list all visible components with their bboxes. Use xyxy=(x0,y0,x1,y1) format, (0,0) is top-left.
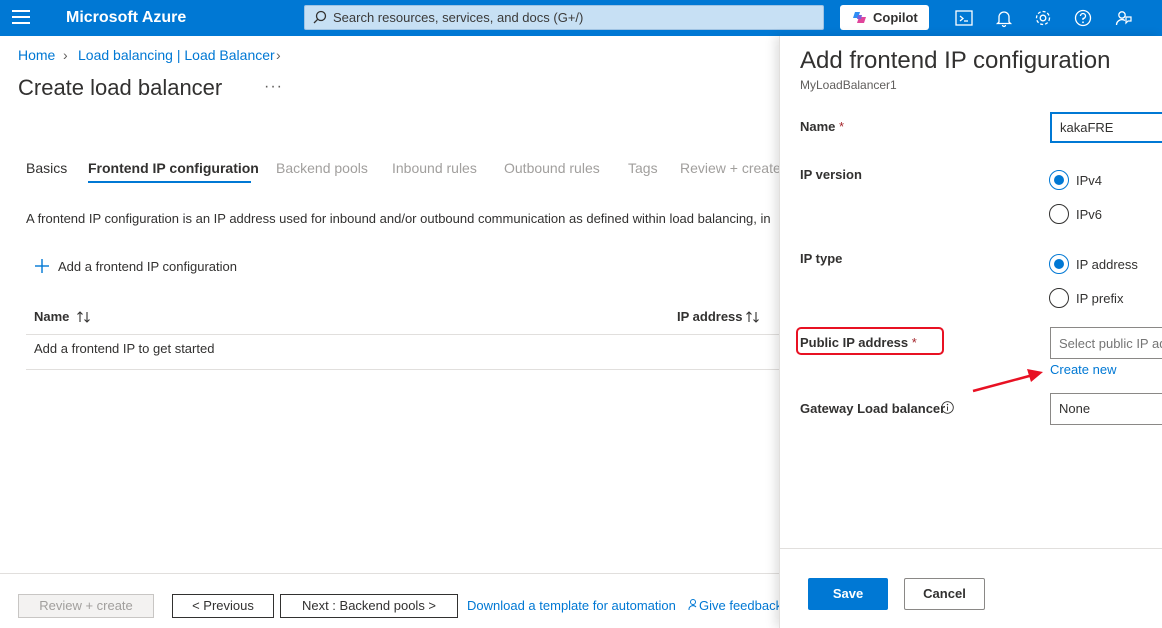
feedback-icon[interactable] xyxy=(1114,8,1134,28)
ip-version-label: IP version xyxy=(800,167,862,182)
gateway-lb-select[interactable]: None xyxy=(1050,393,1162,425)
ipv4-radio[interactable] xyxy=(1049,170,1069,190)
create-new-link[interactable]: Create new xyxy=(1050,362,1116,377)
frontend-ip-description: A frontend IP configuration is an IP add… xyxy=(26,211,771,226)
table-divider xyxy=(26,369,779,370)
footer-divider xyxy=(0,573,779,574)
add-icon[interactable] xyxy=(34,258,50,274)
name-label: Name * xyxy=(800,119,845,134)
panel-title: Add frontend IP configuration xyxy=(800,47,1111,74)
tab-backend-pools[interactable]: Backend pools xyxy=(276,160,368,176)
ip-address-radio-label[interactable]: IP address xyxy=(1076,257,1138,272)
copilot-icon xyxy=(853,12,866,23)
panel-footer-divider xyxy=(780,548,1162,549)
copilot-button[interactable]: Copilot xyxy=(840,5,929,30)
ipv6-radio-label[interactable]: IPv6 xyxy=(1076,207,1102,222)
annotation-arrow xyxy=(972,369,1043,393)
annotation-highlight-box xyxy=(796,327,944,355)
copilot-label: Copilot xyxy=(873,10,918,25)
table-empty-message: Add a frontend IP to get started xyxy=(34,341,215,356)
ipv6-radio[interactable] xyxy=(1049,204,1069,224)
save-button[interactable]: Save xyxy=(808,578,888,610)
cancel-button[interactable]: Cancel xyxy=(904,578,985,610)
notifications-icon[interactable] xyxy=(994,8,1014,28)
public-ip-select[interactable] xyxy=(1050,327,1162,359)
sort-icon[interactable] xyxy=(76,310,92,324)
ip-type-label: IP type xyxy=(800,251,843,266)
column-header-ip-address[interactable]: IP address xyxy=(677,309,743,324)
breadcrumb-separator: › xyxy=(276,47,281,63)
tab-tags[interactable]: Tags xyxy=(628,160,658,176)
tab-frontend-ip-configuration[interactable]: Frontend IP configuration xyxy=(88,160,259,176)
add-frontend-ip-button[interactable]: Add a frontend IP configuration xyxy=(58,259,237,274)
add-frontend-ip-panel: Add frontend IP configuration MyLoadBala… xyxy=(779,36,1162,628)
previous-button[interactable]: < Previous xyxy=(172,594,274,618)
panel-subtitle: MyLoadBalancer1 xyxy=(800,78,897,92)
help-icon[interactable] xyxy=(1073,8,1093,28)
column-header-name[interactable]: Name xyxy=(34,309,69,324)
download-template-link[interactable]: Download a template for automation xyxy=(467,598,676,613)
table-divider xyxy=(26,334,779,335)
breadcrumb-separator: › xyxy=(63,47,68,63)
settings-icon[interactable] xyxy=(1033,8,1053,28)
review-create-button[interactable]: Review + create xyxy=(18,594,154,618)
name-field[interactable] xyxy=(1050,112,1162,143)
page-title: Create load balancer xyxy=(18,75,223,100)
cloud-shell-icon[interactable] xyxy=(954,8,974,28)
more-options-icon[interactable]: ··· xyxy=(264,78,283,96)
tab-basics[interactable]: Basics xyxy=(26,160,67,176)
gateway-lb-label: Gateway Load balancer xyxy=(800,401,946,416)
top-bar: Microsoft Azure Copilot xyxy=(0,0,1162,36)
tab-inbound-rules[interactable]: Inbound rules xyxy=(392,160,477,176)
sort-icon[interactable] xyxy=(745,310,761,324)
active-tab-indicator xyxy=(88,181,251,183)
ip-prefix-radio-label[interactable]: IP prefix xyxy=(1076,291,1123,306)
breadcrumb-home[interactable]: Home xyxy=(18,47,55,63)
tab-review-create[interactable]: Review + create xyxy=(680,160,781,176)
ipv4-radio-label[interactable]: IPv4 xyxy=(1076,173,1102,188)
search-input[interactable] xyxy=(333,8,813,27)
tab-outbound-rules[interactable]: Outbound rules xyxy=(504,160,600,176)
search-box[interactable] xyxy=(304,5,824,30)
search-icon xyxy=(313,10,327,24)
next-backend-pools-button[interactable]: Next : Backend pools > xyxy=(280,594,458,618)
breadcrumb-load-balancing[interactable]: Load balancing | Load Balancer xyxy=(78,47,275,63)
ip-address-radio[interactable] xyxy=(1049,254,1069,274)
brand-title[interactable]: Microsoft Azure xyxy=(66,9,186,27)
give-feedback-link[interactable]: Give feedback xyxy=(699,598,782,613)
ip-prefix-radio[interactable] xyxy=(1049,288,1069,308)
menu-icon[interactable] xyxy=(12,10,30,26)
info-icon[interactable] xyxy=(941,401,954,414)
